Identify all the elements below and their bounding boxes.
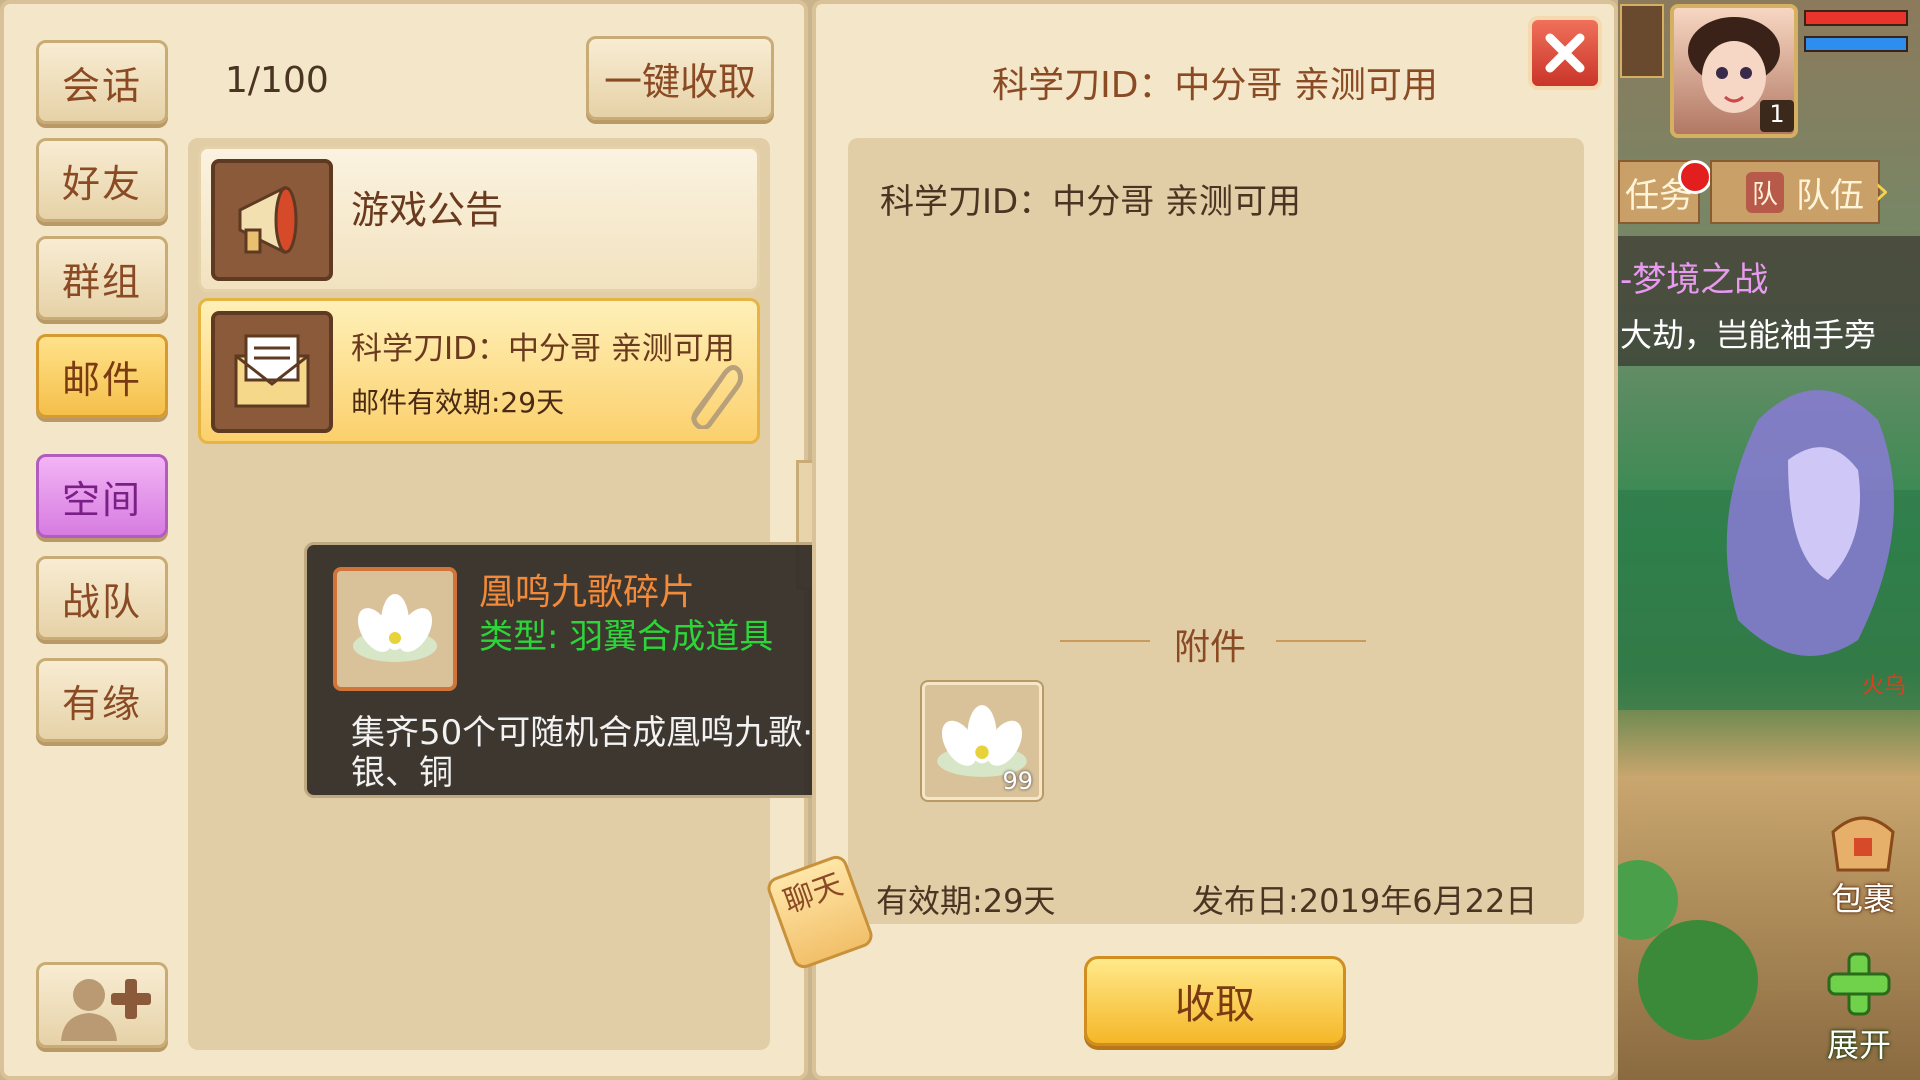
megaphone-icon	[211, 159, 333, 281]
lotus-icon	[333, 567, 457, 691]
mail-detail-title: 科学刀ID：中分哥 亲测可用	[992, 65, 1438, 106]
item-description: 集齐50个可随机合成凰鸣九歌·金、银、铜	[351, 713, 882, 793]
paperclip-icon	[690, 365, 743, 429]
mail-validity: 有效期:29天	[876, 882, 1056, 920]
letter-icon	[211, 311, 333, 433]
bag-icon	[1831, 816, 1895, 872]
attachment-count: 99	[1002, 767, 1033, 795]
mail-count: 1/100	[225, 60, 329, 101]
attachment-slot[interactable]: 99	[920, 680, 1044, 802]
chevron-right-icon[interactable]: ›	[1874, 168, 1914, 220]
mail-content-box	[848, 138, 1584, 924]
mp-bar	[1804, 36, 1908, 52]
tab-groups[interactable]: 群组	[36, 236, 168, 320]
add-friend-button[interactable]	[36, 962, 168, 1048]
collect-all-button[interactable]: 一键收取	[586, 36, 774, 120]
expand-button[interactable]: 展开	[1800, 936, 1918, 1066]
bag-label: 包裹	[1830, 880, 1895, 918]
tab-team-hud[interactable]: 队 队伍	[1710, 160, 1880, 224]
collect-button[interactable]: 收取	[1084, 956, 1346, 1046]
quest-description: 大劫，岂能袖手旁	[1620, 316, 1877, 354]
hp-bar	[1804, 10, 1908, 26]
add-user-icon	[61, 979, 151, 1041]
tab-mail[interactable]: 邮件	[36, 334, 168, 418]
item-name: 凰鸣九歌碎片	[479, 572, 696, 613]
level-badge: 1	[1760, 100, 1794, 132]
tab-friends[interactable]: 好友	[36, 138, 168, 222]
tab-fate[interactable]: 有缘	[36, 658, 168, 742]
expand-label: 展开	[1826, 1026, 1891, 1064]
tab-space[interactable]: 空间	[36, 454, 168, 538]
plus-icon	[1827, 952, 1891, 1016]
mail-expiry: 邮件有效期:29天	[351, 386, 565, 419]
tab-chat[interactable]: 会话	[36, 40, 168, 124]
team-badge-icon: 队	[1745, 171, 1784, 213]
attachment-label: 附件	[1173, 627, 1246, 668]
minimap-toggle[interactable]	[1620, 4, 1664, 78]
quest-title: -梦境之战	[1620, 260, 1769, 300]
mail-item-selected[interactable]: 科学刀ID：中分哥 亲测可用 邮件有效期:29天	[198, 298, 760, 444]
mail-body: 科学刀ID：中分哥 亲测可用	[880, 182, 1302, 222]
notification-dot	[1678, 160, 1712, 194]
mail-title: 游戏公告	[351, 188, 504, 232]
mail-item-announcement[interactable]: 游戏公告	[198, 146, 760, 292]
publish-date: 发布日:2019年6月22日	[1192, 882, 1538, 920]
world-label: 火乌	[1862, 674, 1907, 699]
team-tab-label: 队伍	[1796, 175, 1864, 216]
item-type: 类型: 羽翼合成道具	[479, 617, 774, 657]
bag-button[interactable]: 包裹	[1808, 800, 1918, 920]
tab-team[interactable]: 战队	[36, 556, 168, 640]
mail-title: 科学刀ID：中分哥 亲测可用	[351, 331, 735, 367]
